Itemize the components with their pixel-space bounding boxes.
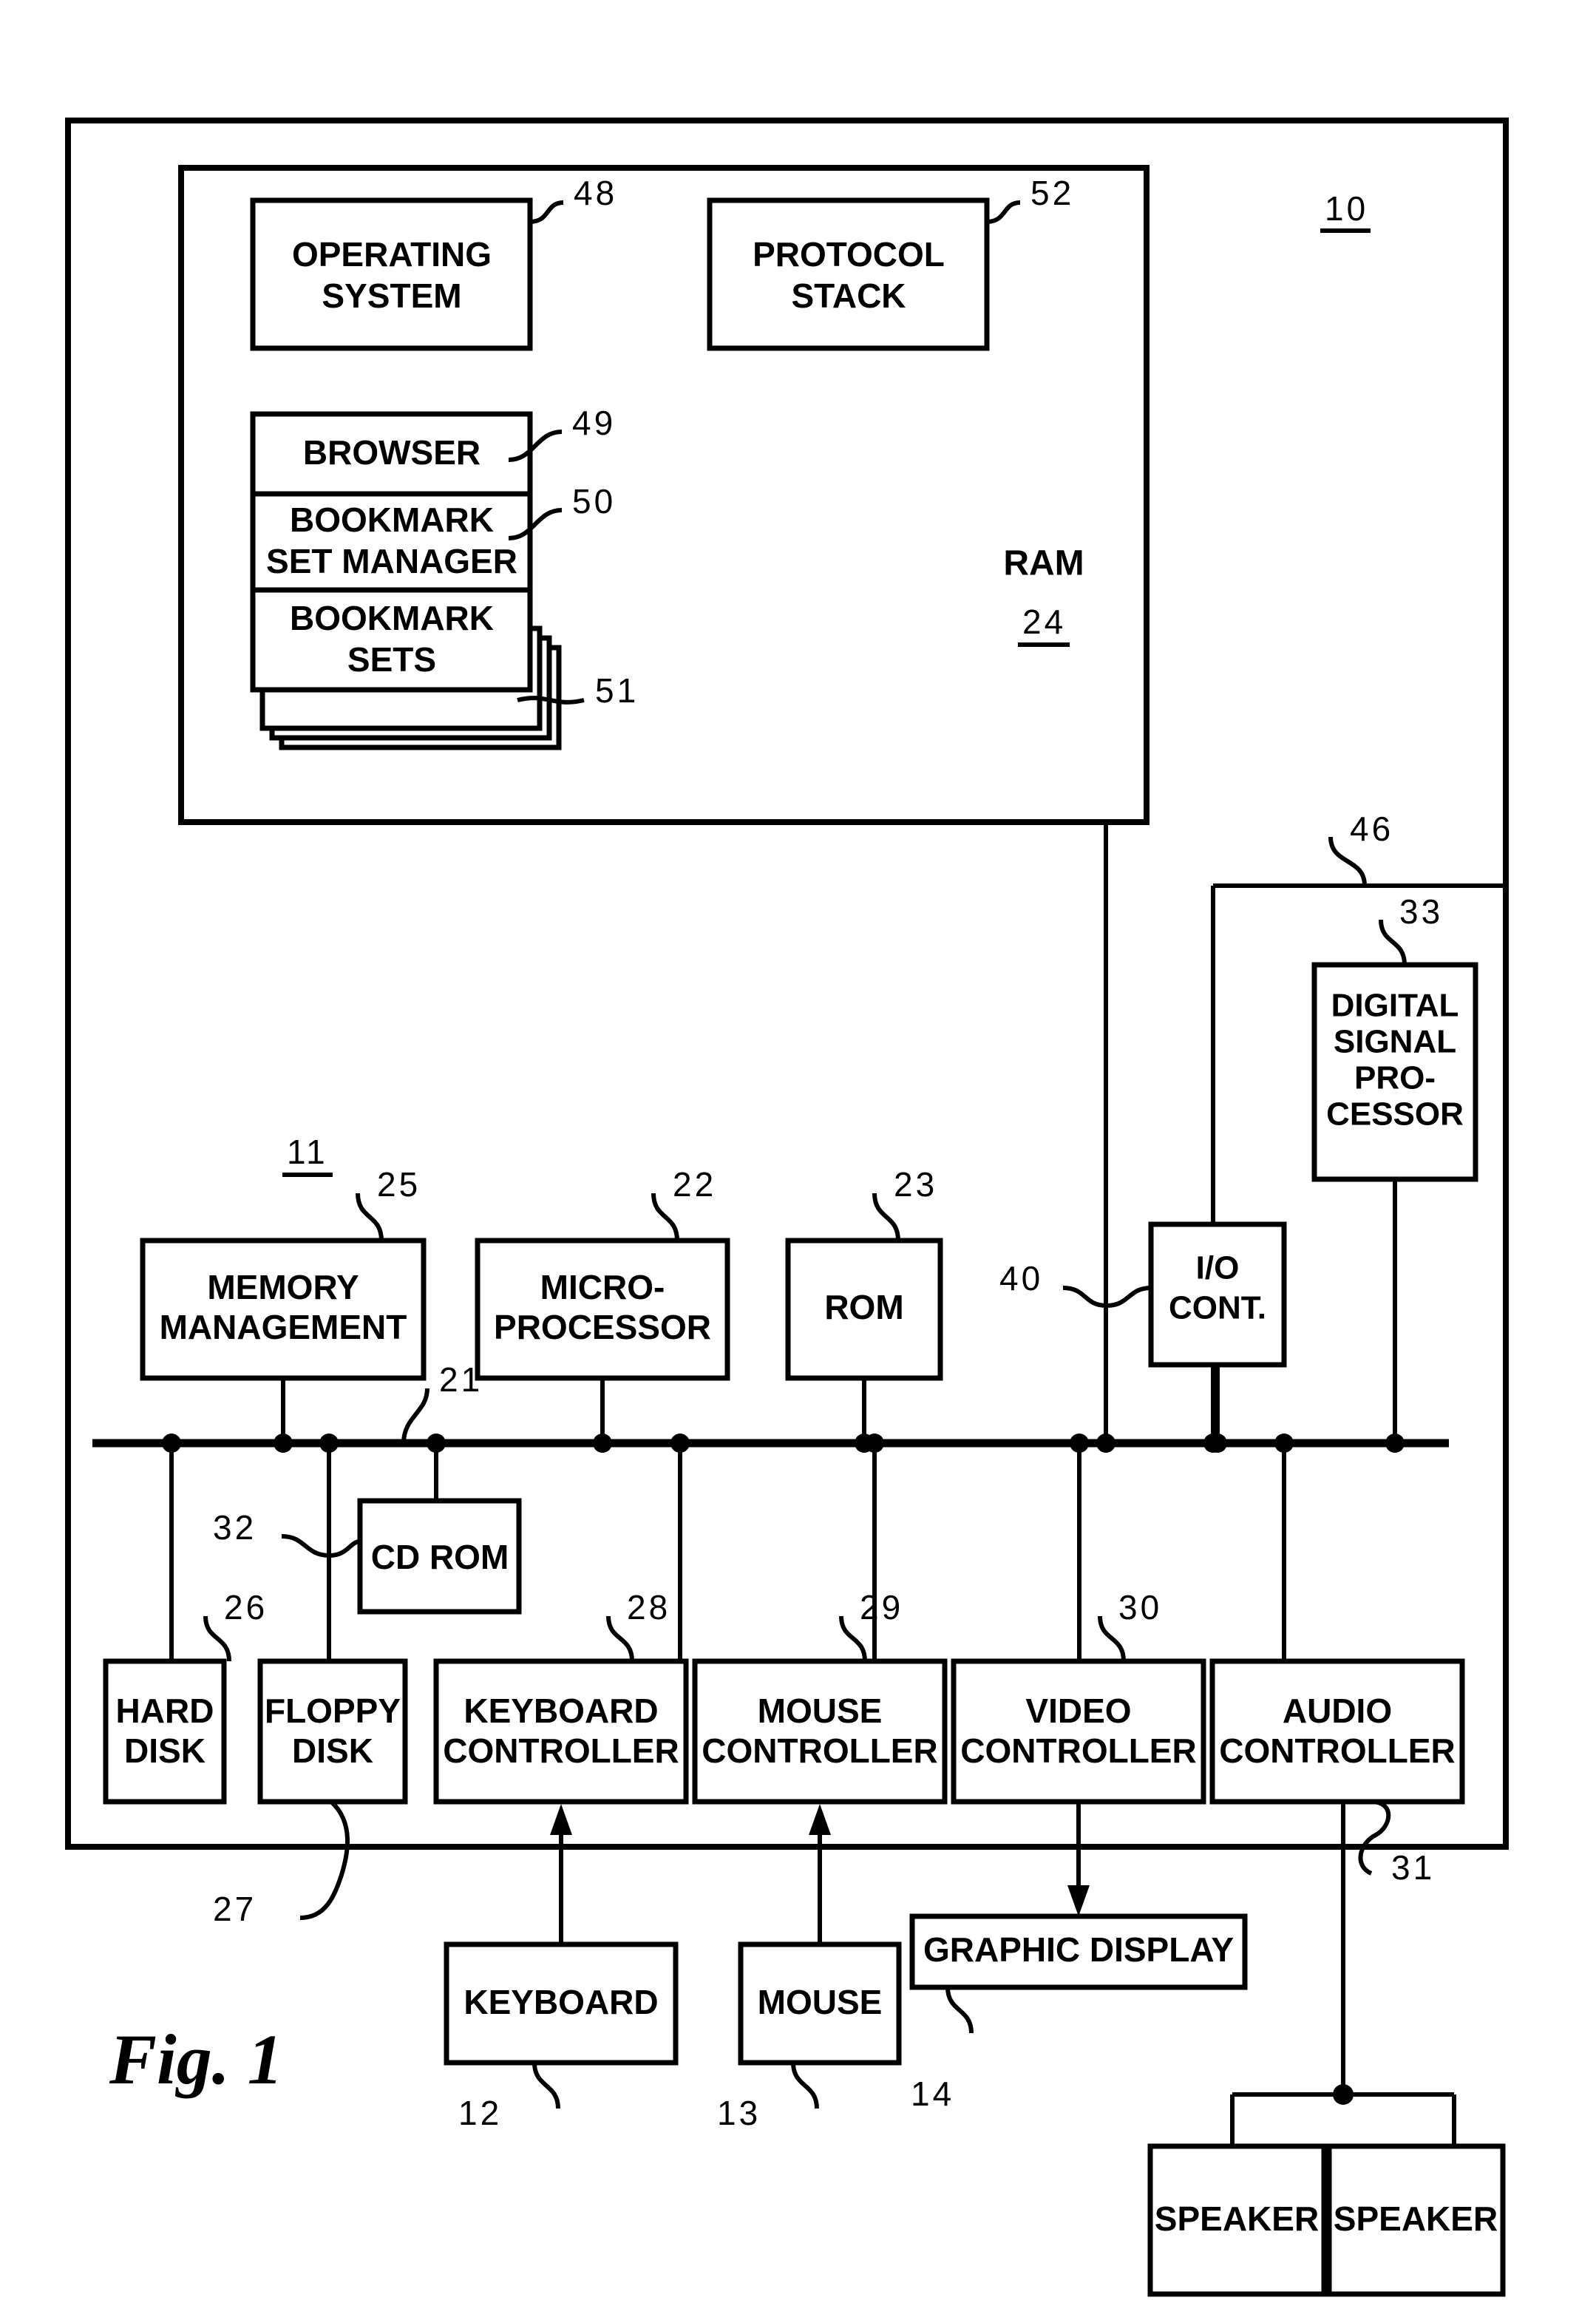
- graphic-display-label: GRAPHIC DISPLAY: [923, 1930, 1234, 1969]
- ram-label: RAM: [1003, 544, 1084, 583]
- keyboard-label: KEYBOARD: [463, 1983, 658, 2021]
- cd-rom-label: CD ROM: [371, 1538, 509, 1576]
- microprocessor-label-line2: PROCESSOR: [494, 1308, 711, 1346]
- bus-node-keyboard-controller: [670, 1434, 690, 1453]
- bus-node-mouse-controller: [865, 1434, 884, 1453]
- bus-node-microprocessor: [593, 1434, 612, 1453]
- ref-10-label: 10: [1325, 189, 1368, 228]
- ref-26-label: 26: [224, 1588, 268, 1626]
- dsp-label-line1: DIGITAL: [1331, 988, 1459, 1024]
- ref-27-label: 27: [213, 1890, 257, 1928]
- mouse-controller-label-line1: MOUSE: [758, 1692, 883, 1730]
- keyboard-controller-label-line2: CONTROLLER: [443, 1731, 679, 1770]
- ref-14-label: 14: [911, 2075, 954, 2113]
- bus-node-audio-controller: [1274, 1434, 1294, 1453]
- ref-30-label: 30: [1118, 1588, 1162, 1626]
- protocol-stack-label-line1: PROTOCOL: [753, 235, 945, 274]
- keyboard-controller-label-line1: KEYBOARD: [463, 1692, 658, 1730]
- ref-40-label: 40: [999, 1259, 1043, 1297]
- ram-ref-label: 24: [1022, 603, 1066, 641]
- mouse-label: MOUSE: [758, 1983, 883, 2021]
- ref-28-label: 28: [627, 1588, 670, 1626]
- bookmark-sets-label-line2: SETS: [347, 640, 436, 679]
- ref-29-label: 29: [860, 1588, 903, 1626]
- bus-node-video-controller: [1070, 1434, 1089, 1453]
- ref-25-label: 25: [377, 1165, 421, 1204]
- ref-49-label: 49: [572, 404, 616, 442]
- speaker-b-label: SPEAKER: [1334, 2199, 1498, 2238]
- bookmark-set-manager-label-line2: SET MANAGER: [266, 542, 517, 580]
- ref-22-label: 22: [673, 1165, 716, 1204]
- bus-node-io-controller: [1208, 1434, 1227, 1453]
- ref-48-label: 48: [574, 174, 617, 212]
- bus-node-ram: [1096, 1434, 1115, 1453]
- io-controller-label-line2: CONT.: [1169, 1290, 1266, 1326]
- ref-21-label: 21: [439, 1360, 483, 1399]
- dsp-label-line3: PRO-: [1354, 1060, 1436, 1096]
- dsp-label-line2: SIGNAL: [1334, 1024, 1456, 1060]
- mouse-controller-label-line2: CONTROLLER: [702, 1731, 937, 1770]
- ref-51-label: 51: [595, 671, 639, 710]
- browser-label: BROWSER: [303, 433, 481, 472]
- ref-33-label: 33: [1399, 892, 1443, 931]
- microprocessor-label-line1: MICRO-: [540, 1268, 665, 1306]
- hard-disk-label-line1: HARD: [116, 1692, 214, 1730]
- operating-system-label-line1: OPERATING: [292, 235, 492, 274]
- ref-13-label: 13: [717, 2094, 761, 2132]
- ref-46-label: 46: [1350, 810, 1393, 848]
- figure-canvas: 10 RAM 24 OPERATING SYSTEM 48 PROTOCOL S…: [0, 0, 1596, 2300]
- audio-controller-label-line2: CONTROLLER: [1219, 1731, 1455, 1770]
- video-controller-label-line1: VIDEO: [1025, 1692, 1131, 1730]
- io-controller-label-line1: I/O: [1196, 1250, 1240, 1286]
- ref-52-label: 52: [1030, 174, 1074, 212]
- audio-controller-label-line1: AUDIO: [1283, 1692, 1392, 1730]
- patent-figure-1: 10 RAM 24 OPERATING SYSTEM 48 PROTOCOL S…: [0, 0, 1596, 2300]
- bookmark-set-manager-label-line1: BOOKMARK: [290, 501, 494, 539]
- protocol-stack-box: [707, 197, 990, 351]
- memory-management-label-line1: MEMORY: [207, 1268, 359, 1306]
- ref-11-label: 11: [287, 1133, 328, 1171]
- floppy-disk-label-line1: FLOPPY: [265, 1692, 401, 1730]
- bookmark-sets-label-line1: BOOKMARK: [290, 599, 494, 637]
- bus-node-floppy-disk: [319, 1434, 339, 1453]
- video-controller-label-line2: CONTROLLER: [960, 1731, 1196, 1770]
- bus-node-dsp: [1385, 1434, 1405, 1453]
- memory-management-label-line2: MANAGEMENT: [160, 1308, 407, 1346]
- bus-node-memory-management: [274, 1434, 293, 1453]
- bus-node-cd-rom: [427, 1434, 446, 1453]
- rom-label: ROM: [824, 1288, 903, 1326]
- operating-system-box: [250, 197, 533, 351]
- figure-caption: Fig. 1: [109, 2020, 283, 2099]
- hard-disk-label-line2: DISK: [124, 1731, 206, 1770]
- operating-system-label-line2: SYSTEM: [322, 277, 461, 315]
- floppy-disk-label-line2: DISK: [292, 1731, 373, 1770]
- ref-31-label: 31: [1391, 1848, 1435, 1887]
- ref-23-label: 23: [894, 1165, 937, 1204]
- ref-12-label: 12: [458, 2094, 502, 2132]
- speaker-a-label: SPEAKER: [1155, 2199, 1319, 2238]
- dsp-label-line4: CESSOR: [1326, 1096, 1464, 1133]
- ref-32-label: 32: [213, 1508, 257, 1547]
- ref-50-label: 50: [572, 482, 616, 520]
- bus-node-hard-disk: [162, 1434, 181, 1453]
- protocol-stack-label-line2: STACK: [791, 277, 906, 315]
